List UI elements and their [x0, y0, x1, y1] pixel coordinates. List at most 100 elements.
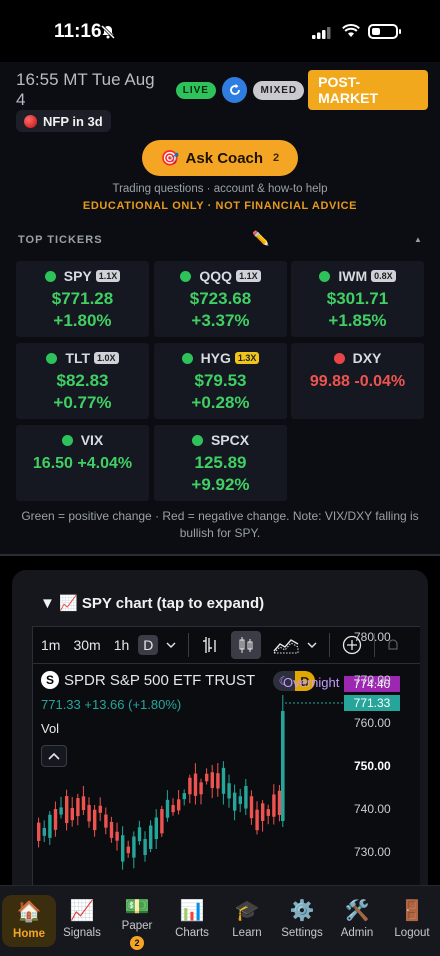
ticker-card-qqq[interactable]: QQQ 1.1X $723.68 +3.37%	[154, 261, 287, 337]
status-bar: 11:16	[0, 0, 440, 62]
nav-signals[interactable]: 📈 Signals	[55, 886, 109, 956]
axis-tick: 750.00	[354, 759, 391, 773]
chart-expand-toggle[interactable]: ▼ 📈 SPY chart (tap to expand)	[40, 594, 264, 612]
coach-help-text: Trading questions · account & how-to hel…	[112, 183, 328, 195]
refresh-button[interactable]	[221, 77, 248, 103]
nav-label: Settings	[281, 927, 323, 939]
ticker-card-tlt[interactable]: TLT 1.0X $82.83 +0.77%	[16, 343, 149, 419]
nav-settings[interactable]: ⚙️ Settings	[275, 886, 329, 956]
session-badge: POST-MARKET	[308, 70, 428, 110]
ticker-card-iwm[interactable]: IWM 0.8X $301.71 +1.85%	[291, 261, 424, 337]
color-legend-note: Green = positive change · Red = negative…	[21, 509, 419, 540]
candle-body	[132, 836, 136, 858]
candle-body	[149, 825, 153, 849]
ticker-price: 125.89	[194, 453, 247, 472]
axis-tick: 730.00	[354, 845, 391, 859]
candle-body	[193, 773, 198, 796]
ohlc-values: 771.33 +13.66 (+1.80%)	[41, 697, 181, 712]
ticker-change: +1.85%	[328, 311, 387, 330]
nav-label: Logout	[394, 927, 430, 939]
header-row: 16:55 MT Tue Aug 4 LIVE MIXED POST-MARKE…	[16, 70, 428, 110]
ticker-symbol: SPCX	[210, 432, 250, 448]
candlestick-plot[interactable]	[33, 627, 344, 900]
spdr-logo-icon: S	[41, 671, 59, 689]
timeframe-1m[interactable]: 1m	[41, 637, 60, 653]
candle-body	[272, 794, 276, 817]
collapse-legend-button[interactable]	[41, 745, 67, 767]
tools-icon: 🛠️	[344, 900, 370, 922]
bar-chart-type-icon[interactable]	[201, 635, 219, 655]
candle-chart-type-icon[interactable]	[231, 631, 262, 659]
bottom-nav: 🏠 Home 📈 Signals 💵 Paper 2 📊 Charts 🎓 Le…	[0, 885, 440, 956]
ticker-symbol: QQQ	[199, 268, 233, 284]
candle-body	[76, 798, 80, 817]
leverage-badge: 1.3X	[234, 352, 260, 364]
spy-chart-panel: ▼ 📈 SPY chart (tap to expand) 1m 30m 1h …	[12, 570, 428, 900]
candle-body	[221, 767, 226, 794]
ticker-price: $771.28	[51, 289, 114, 308]
top-tickers-heading: TOP TICKERS	[18, 234, 103, 246]
nav-learn[interactable]: 🎓 Learn	[220, 886, 274, 956]
ticker-price-change: 99.88 -0.04%	[309, 373, 406, 390]
ticker-card-dxy[interactable]: DXY 99.88 -0.04%	[291, 343, 424, 419]
section-divider	[0, 554, 440, 556]
candle-body	[238, 796, 242, 804]
nav-logout[interactable]: 🚪 Logout	[385, 886, 439, 956]
timeframe-1h[interactable]: 1h	[114, 637, 130, 653]
chart-widget[interactable]: 1m 30m 1h D S SPDR S&P 500 ETF TRUST ☾ D…	[32, 626, 420, 900]
up-dot-icon	[181, 352, 193, 364]
chart-up-icon: 📈	[69, 900, 95, 922]
edit-pencil-icon[interactable]: ✏️	[252, 230, 269, 247]
candle-body	[177, 799, 181, 811]
last-value: 771.33	[41, 697, 81, 712]
ticker-symbol: TLT	[65, 350, 91, 366]
bar-chart-icon: 📊	[179, 900, 205, 922]
event-chip[interactable]: NFP in 3d	[16, 110, 111, 132]
ticker-card-spy[interactable]: SPY 1.1X $771.28 +1.80%	[16, 261, 149, 337]
event-label: NFP in 3d	[43, 113, 103, 129]
area-chart-type-icon[interactable]	[273, 636, 299, 654]
leverage-badge: 1.1X	[95, 270, 121, 282]
ticker-card-vix[interactable]: VIX 16.50 +4.04%	[16, 425, 149, 501]
ticker-symbol: SPY	[63, 268, 92, 284]
candle-body	[53, 809, 58, 830]
nav-label: Charts	[175, 927, 209, 939]
red-circle-icon	[24, 114, 37, 128]
nav-admin[interactable]: 🛠️ Admin	[330, 886, 384, 956]
nav-label: Learn	[232, 927, 262, 939]
nav-charts[interactable]: 📊 Charts	[165, 886, 219, 956]
leverage-badge: 0.8X	[371, 270, 396, 282]
price-axis[interactable]: 780.00 770.00 760.00 750.00 740.00 730.0…	[344, 627, 421, 900]
toolbar-divider	[188, 633, 190, 657]
candle-body	[154, 817, 158, 840]
coach-count-badge: 2	[273, 152, 280, 164]
ask-coach-button[interactable]: 🎯 Ask Coach 2	[142, 140, 298, 176]
timeframe-30m[interactable]: 30m	[73, 637, 100, 653]
change-pct: (+1.80%)	[128, 697, 182, 712]
candle-body	[249, 796, 254, 819]
up-dot-icon	[180, 270, 192, 282]
nav-label: Home	[13, 928, 45, 940]
nav-paper[interactable]: 💵 Paper 2	[110, 886, 164, 956]
chevron-down-icon[interactable]	[166, 641, 176, 649]
axis-tick: 760.00	[354, 716, 391, 730]
chevron-down-icon[interactable]	[307, 641, 317, 649]
ticker-price: $301.71	[326, 289, 389, 308]
ticker-price: $723.68	[189, 289, 252, 308]
timeframe-d[interactable]: D	[138, 635, 159, 655]
refresh-icon	[229, 84, 240, 95]
candle-body	[216, 773, 220, 789]
cellular-signal-icon	[312, 26, 332, 44]
ticker-change: +0.77%	[53, 393, 112, 412]
ticker-change: +3.37%	[191, 311, 250, 330]
ticker-card-hyg[interactable]: HYG 1.3X $79.53 +0.28%	[154, 343, 287, 419]
nav-home[interactable]: 🏠 Home	[2, 895, 56, 947]
axis-tick: 780.00	[354, 630, 391, 644]
ticker-card-spcx[interactable]: SPCX 125.89 +9.92%	[154, 425, 287, 501]
gear-icon: ⚙️	[289, 900, 315, 922]
up-dot-icon	[61, 434, 73, 446]
candle-body	[37, 822, 41, 841]
ticker-symbol: VIX	[80, 432, 104, 448]
door-icon: 🚪	[399, 900, 425, 922]
collapse-caret-icon[interactable]: ▲	[414, 235, 422, 244]
